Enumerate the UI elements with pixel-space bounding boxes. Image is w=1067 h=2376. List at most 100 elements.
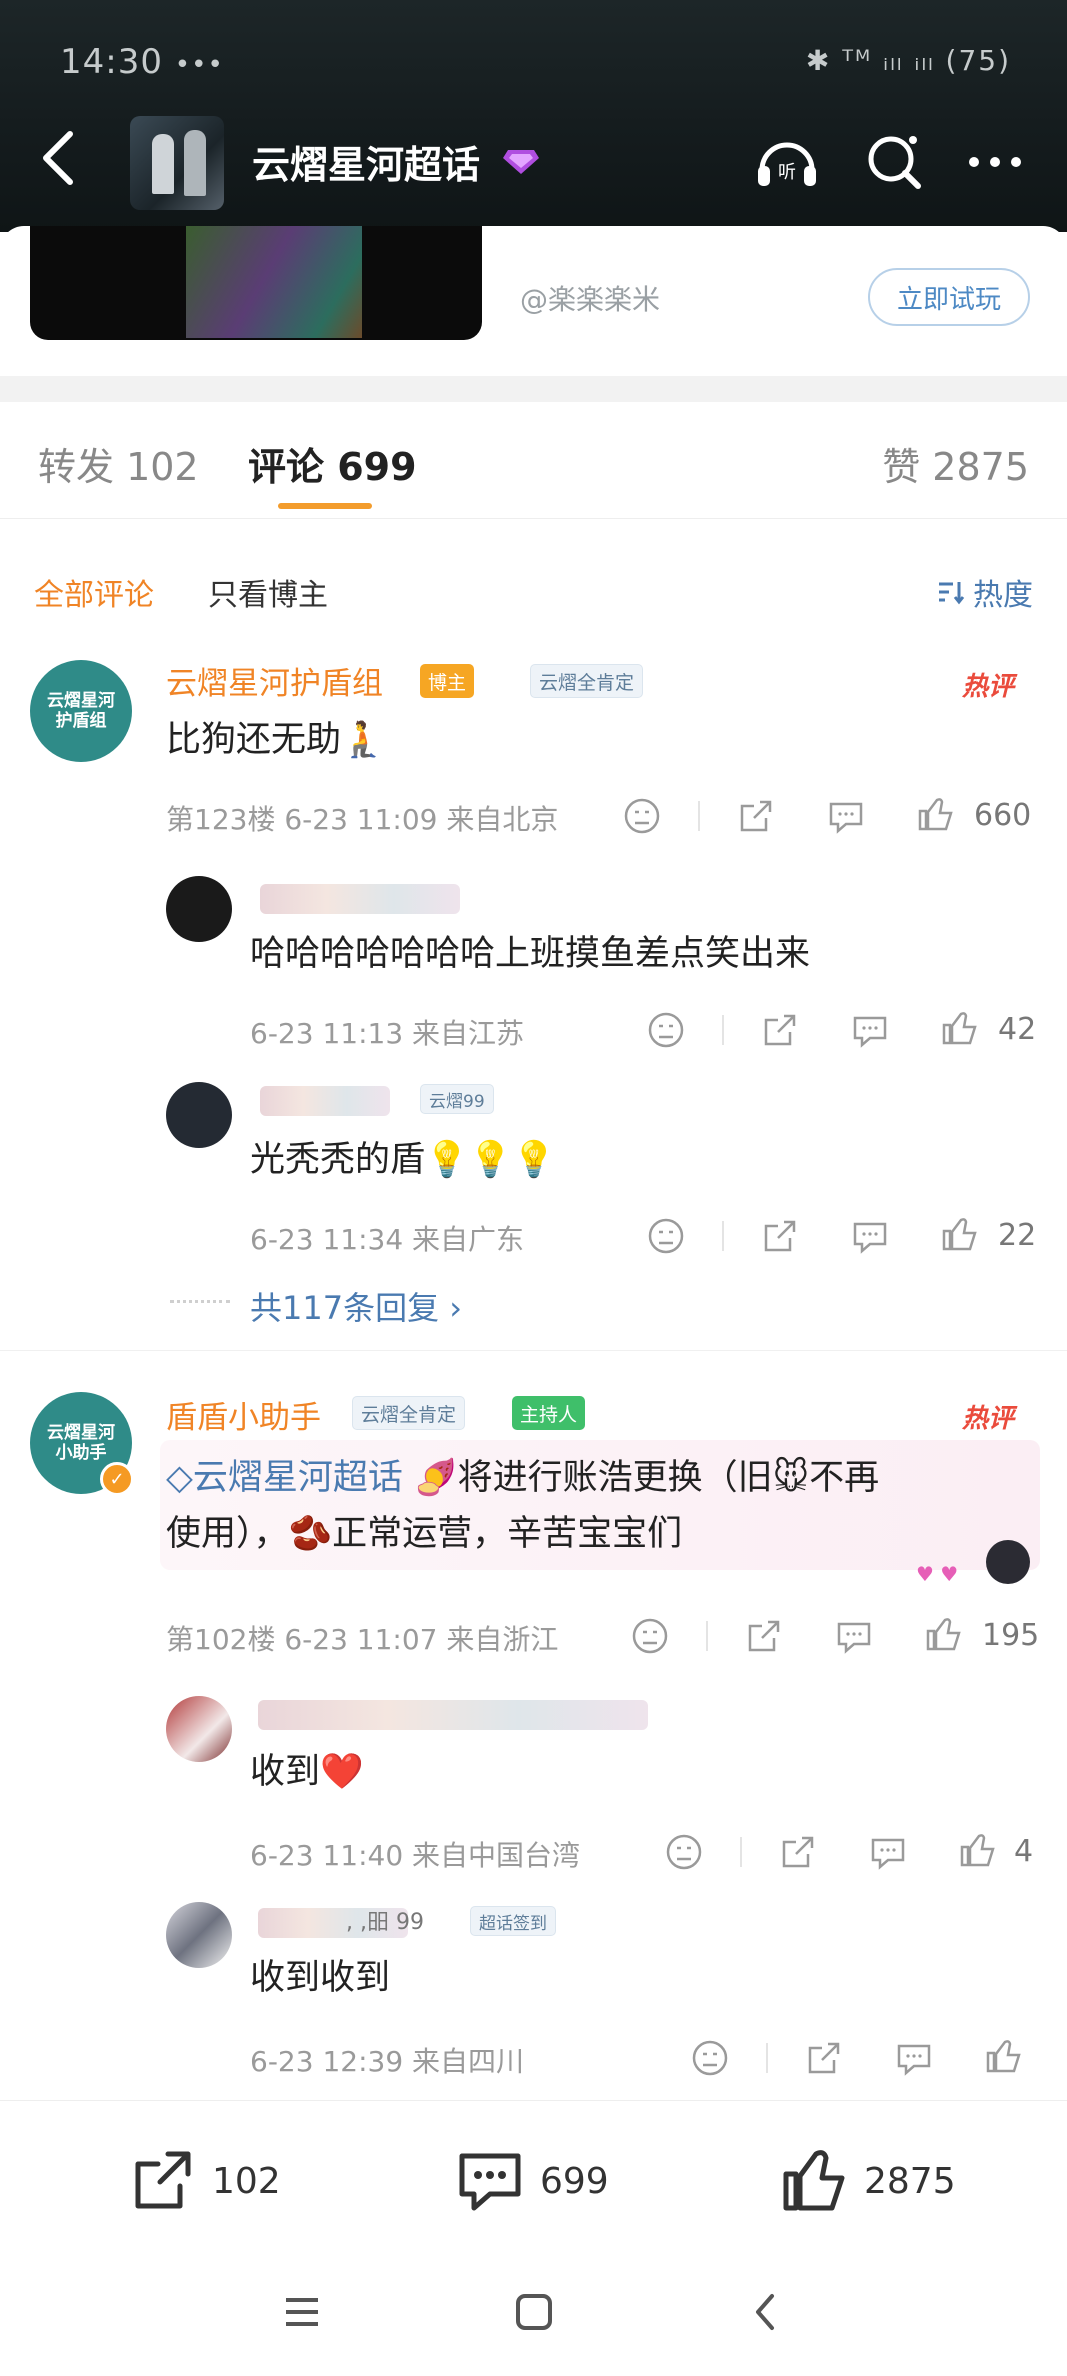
reply-text: 光秃秃的盾💡💡💡 [250, 1140, 556, 1180]
reply-icon[interactable] [850, 1216, 890, 1256]
reply-avatar[interactable] [166, 1696, 232, 1762]
section-divider [0, 376, 1067, 402]
sort-icon [939, 582, 965, 605]
like-count: 660 [974, 798, 1032, 833]
share-icon[interactable] [736, 796, 776, 836]
share-icon[interactable] [778, 1832, 818, 1872]
dislike-icon[interactable] [630, 1616, 670, 1656]
share-icon[interactable] [804, 2038, 844, 2078]
dots-divider [170, 1300, 230, 1303]
reply-icon[interactable] [850, 1010, 890, 1050]
search-icon[interactable] [860, 126, 930, 196]
reply-avatar[interactable] [166, 1082, 232, 1148]
topic-title[interactable]: 云熠星河超话 [252, 134, 480, 189]
action-separator [706, 1621, 708, 1651]
like-count: 22 [998, 1218, 1037, 1253]
tab-repost[interactable]: 转发 102 [38, 436, 199, 491]
comment-text-line2: 使用），🫘正常运营，辛苦宝宝们 [166, 1514, 683, 1554]
like-icon[interactable] [958, 1830, 998, 1870]
reply-avatar[interactable] [166, 1902, 232, 1968]
commenter-name[interactable]: 盾盾小助手 [166, 1392, 321, 1437]
topic-link[interactable]: 云熠星河超话 [193, 1458, 403, 1498]
view-more-replies[interactable]: 共117条回复 › [250, 1283, 462, 1329]
share-icon[interactable] [760, 1216, 800, 1256]
reply-icon[interactable] [834, 1616, 874, 1656]
reply-text: 收到❤️ [250, 1752, 364, 1792]
system-back-icon[interactable] [744, 2290, 788, 2334]
verify-badge: 云熠全肯定 [530, 664, 644, 698]
dislike-icon[interactable] [690, 2038, 730, 2078]
repost-button[interactable]: 102 [128, 2146, 281, 2216]
reply-username-partial: , ,昍 99 [346, 1910, 424, 1935]
comment-text: 比狗还无助🧎 [166, 720, 385, 760]
comment-icon [459, 2153, 521, 2211]
avatar-caption: 云熠星河 护盾组 [47, 691, 115, 731]
action-separator [740, 1837, 742, 1867]
like-thumb-icon [783, 2150, 845, 2211]
comment-text-line1: 将进行账浩更换（旧🐭不再 [457, 1458, 880, 1498]
hot-comment-tag: 热评 [962, 1404, 1015, 1434]
comment-button[interactable]: 699 [454, 2146, 609, 2216]
status-time: 14:30 ••• [60, 42, 224, 82]
dislike-icon[interactable] [664, 1832, 704, 1872]
repost-count: 102 [212, 2160, 281, 2202]
like-icon[interactable] [924, 1614, 964, 1654]
tab-comment[interactable]: 评论 699 [248, 436, 417, 491]
avatar-caption: 云熠星河 小助手 [47, 1423, 115, 1463]
share-icon[interactable] [744, 1616, 784, 1656]
sort-label: 热度 [973, 578, 1033, 613]
share-icon[interactable] [760, 1010, 800, 1050]
tab-like[interactable]: 赞 2875 [882, 436, 1029, 491]
like-icon[interactable] [940, 1214, 980, 1254]
active-tab-indicator [278, 503, 372, 509]
reply-avatar[interactable] [166, 876, 232, 942]
game-ad-thumbnail[interactable] [30, 226, 482, 340]
media-source-user[interactable]: @楽楽楽米 [520, 278, 660, 318]
blurred-username [260, 884, 460, 914]
filter-author-only[interactable]: 只看博主 [208, 570, 328, 614]
action-separator [766, 2043, 768, 2073]
comment-divider [0, 1350, 1067, 1351]
reply-icon[interactable] [826, 796, 866, 836]
commenter-name[interactable]: 云熠星河护盾组 [166, 658, 383, 703]
super-topic-gem-icon [503, 150, 539, 174]
more-options-icon[interactable] [960, 126, 1030, 196]
like-icon[interactable] [940, 1008, 980, 1048]
commenter-avatar[interactable]: 云熠星河 小助手 ✓ [30, 1392, 134, 1496]
reply-meta: 6-23 11:13 来自江苏 [250, 1017, 525, 1050]
reply-badge: 超话签到 [470, 1906, 556, 1936]
verified-icon: ✓ [100, 1462, 134, 1496]
reply-meta: 6-23 11:34 来自广东 [250, 1223, 525, 1256]
reply-text: 收到收到 [250, 1958, 391, 1998]
reply-icon[interactable] [894, 2038, 934, 2078]
reply-badge: 云熠99 [420, 1084, 494, 1114]
reply-meta: 6-23 12:39 来自四川 [250, 2045, 525, 2078]
dislike-icon[interactable] [646, 1010, 686, 1050]
listen-headphones-icon[interactable]: 听 [752, 126, 822, 196]
hot-comment-tag: 热评 [962, 672, 1015, 702]
action-separator [698, 801, 700, 831]
reply-meta: 6-23 11:40 来自中国台湾 [250, 1839, 581, 1872]
recent-apps-icon[interactable] [280, 2290, 324, 2334]
try-now-button[interactable]: 立即试玩 [868, 268, 1030, 326]
like-button[interactable]: 2875 [780, 2146, 956, 2216]
topic-avatar[interactable] [130, 116, 224, 210]
sticker-avatar-icon [986, 1540, 1030, 1584]
comment-count: 699 [540, 2160, 609, 2202]
home-icon[interactable] [512, 2290, 556, 2334]
comment-meta: 第123楼 6-23 11:09 来自北京 [166, 803, 559, 836]
reply-icon[interactable] [868, 1832, 908, 1872]
action-separator [722, 1015, 724, 1045]
dislike-icon[interactable] [646, 1216, 686, 1256]
blurred-username [260, 1086, 390, 1116]
back-arrow-icon[interactable] [36, 128, 80, 188]
dislike-icon[interactable] [622, 796, 662, 836]
like-icon[interactable] [984, 2036, 1024, 2076]
repost-icon [135, 2151, 191, 2209]
blurred-username [258, 1700, 648, 1730]
commenter-avatar[interactable]: 云熠星河 护盾组 [30, 660, 132, 762]
tabs-divider [0, 518, 1067, 519]
filter-all-comments[interactable]: 全部评论 [34, 570, 154, 614]
like-icon[interactable] [916, 794, 956, 834]
sort-by-hot[interactable]: 热度 [937, 570, 1033, 614]
